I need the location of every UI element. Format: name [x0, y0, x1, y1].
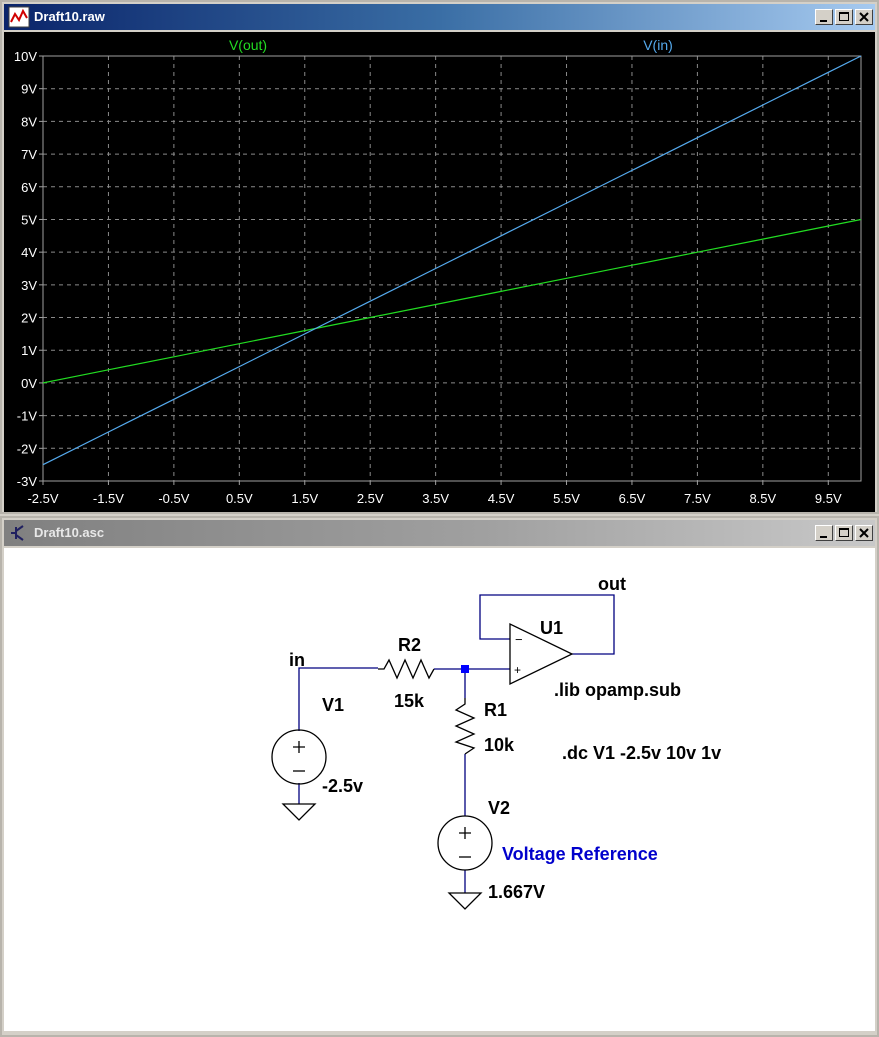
waveform-titlebar[interactable]: Draft10.raw [4, 4, 875, 30]
close-icon [859, 528, 869, 538]
x-tick-label: 8.5V [749, 491, 776, 506]
waveform-title: Draft10.raw [34, 9, 105, 24]
legend-vout[interactable]: V(out) [229, 37, 267, 53]
minimize-button[interactable] [815, 9, 833, 25]
y-tick-label: -1V [17, 409, 38, 424]
waveform-icon [8, 6, 30, 28]
minimize-icon [820, 536, 827, 538]
x-tick-label: 7.5V [684, 491, 711, 506]
y-tick-label: 8V [21, 114, 37, 129]
series-line-vin[interactable] [42, 55, 862, 466]
schematic-window: Draft10.asc − + in out R2 15k R1 10k U1 … [0, 516, 879, 1037]
y-tick-label: 7V [21, 147, 37, 162]
minimize-button[interactable] [815, 525, 833, 541]
x-tick-label: 2.5V [357, 491, 384, 506]
ground-symbol [447, 892, 483, 910]
x-tick-label: -0.5V [158, 491, 189, 506]
y-tick-label: 2V [21, 311, 37, 326]
voltage-source-v2[interactable] [437, 815, 493, 871]
y-tick-label: 10V [14, 49, 37, 64]
y-tick-label: 0V [21, 376, 37, 391]
lib-directive[interactable]: .lib opamp.sub [554, 680, 681, 700]
schematic-canvas[interactable]: − + in out R2 15k R1 10k U1 .lib opamp.s… [4, 548, 875, 1031]
grid [42, 55, 861, 482]
opamp-plus-label: + [514, 663, 521, 677]
x-tick-label: 5.5V [553, 491, 580, 506]
y-tick-label: 6V [21, 180, 37, 195]
r2-name-label[interactable]: R2 [398, 635, 421, 655]
close-icon [859, 12, 869, 22]
waveform-window: Draft10.raw 10V 9V 8V 7V 6V 5V 4V 3V 2V 1V 0V -1V -2… [0, 0, 879, 514]
y-tick-label: -2V [17, 441, 38, 456]
v1-name-label[interactable]: V1 [322, 695, 344, 715]
r1-value-label[interactable]: 10k [484, 735, 515, 755]
schematic-icon [11, 525, 24, 541]
maximize-button[interactable] [835, 9, 853, 25]
dc-directive[interactable]: .dc V1 -2.5v 10v 1v [562, 743, 721, 763]
schematic-title: Draft10.asc [34, 525, 105, 540]
r1-name-label[interactable]: R1 [484, 700, 507, 720]
legend-vin[interactable]: V(in) [643, 37, 673, 53]
close-button[interactable] [855, 9, 873, 25]
maximize-icon [839, 12, 849, 21]
x-tick-label: 4.5V [488, 491, 515, 506]
waveform-chart[interactable]: 10V 9V 8V 7V 6V 5V 4V 3V 2V 1V 0V -1V -2V -3V -2.5V -1… [4, 32, 875, 512]
x-tick-label: 0.5V [226, 491, 253, 506]
net-label-in[interactable]: in [289, 650, 305, 670]
r2-value-label[interactable]: 15k [394, 691, 425, 711]
x-tick-label: 1.5V [291, 491, 318, 506]
x-tick-label: 9.5V [815, 491, 842, 506]
resistor-r2[interactable] [378, 658, 435, 680]
series-line-vout[interactable] [42, 218, 862, 384]
v1-value-label[interactable]: -2.5v [322, 776, 363, 796]
voltage-source-v1[interactable] [271, 729, 327, 785]
y-tick-label: 5V [21, 212, 37, 227]
opamp-minus-label: − [515, 632, 523, 647]
y-tick-label: -3V [17, 474, 38, 489]
resistor-r1[interactable] [454, 698, 476, 755]
y-tick-label: 1V [21, 343, 37, 358]
ground-symbol [281, 803, 317, 821]
x-tick-label: -2.5V [27, 491, 58, 506]
v2-description-label[interactable]: Voltage Reference [502, 844, 658, 864]
net-label-out[interactable]: out [598, 574, 626, 594]
y-tick-label: 4V [21, 245, 37, 260]
maximize-icon [839, 528, 849, 537]
plot-frame [42, 55, 862, 482]
y-tick-label: 3V [21, 278, 37, 293]
schematic-titlebar[interactable]: Draft10.asc [4, 520, 875, 546]
junction-dot[interactable] [461, 665, 469, 673]
y-tick-label: 9V [21, 82, 37, 97]
x-tick-label: -1.5V [93, 491, 124, 506]
close-button[interactable] [855, 525, 873, 541]
schematic-drawing[interactable]: − + in out R2 15k R1 10k U1 .lib opamp.s… [4, 548, 875, 1031]
minimize-icon [820, 20, 827, 22]
v2-name-label[interactable]: V2 [488, 798, 510, 818]
x-tick-label: 3.5V [422, 491, 449, 506]
maximize-button[interactable] [835, 525, 853, 541]
u1-name-label[interactable]: U1 [540, 618, 563, 638]
x-tick-label: 6.5V [619, 491, 646, 506]
plot-pane[interactable]: 10V 9V 8V 7V 6V 5V 4V 3V 2V 1V 0V -1V -2V -3V -2.5V -1… [4, 32, 875, 512]
v2-value-label[interactable]: 1.667V [488, 882, 545, 902]
